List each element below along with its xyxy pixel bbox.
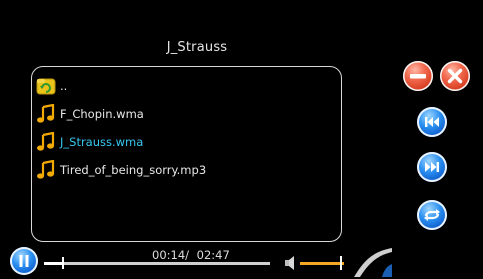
volume-handle[interactable]	[339, 256, 342, 270]
seek-handle[interactable]	[61, 257, 64, 269]
file-list-panel: .. F_Chopin.wma J_Strauss.wma Tired_of_b…	[31, 66, 342, 242]
pause-button[interactable]	[10, 247, 38, 275]
music-note-icon	[36, 131, 56, 152]
pause-icon	[19, 255, 29, 267]
next-track-button[interactable]	[417, 152, 447, 182]
music-note-icon	[36, 159, 56, 180]
file-row-j-strauss[interactable]: J_Strauss.wma	[36, 131, 143, 153]
file-name: ..	[60, 79, 68, 93]
music-note-icon	[36, 103, 56, 124]
time-display: 00:14/ 02:47	[152, 248, 230, 262]
volume-slider[interactable]	[300, 256, 344, 270]
elapsed-time: 00:14/	[152, 248, 190, 262]
close-x-icon	[447, 68, 463, 84]
file-name: J_Strauss.wma	[60, 135, 144, 149]
file-name: Tired_of_being_sorry.mp3	[60, 163, 207, 177]
speaker-icon[interactable]	[284, 255, 298, 271]
seek-progress	[44, 262, 63, 265]
file-row-tired-of-being-sorry[interactable]: Tired_of_being_sorry.mp3	[36, 159, 206, 181]
minus-circle-icon	[410, 74, 426, 79]
folder-up-icon	[36, 76, 56, 96]
file-row-f-chopin[interactable]: F_Chopin.wma	[36, 103, 144, 125]
decorative-swoosh	[354, 248, 392, 277]
total-time: 02:47	[196, 248, 230, 262]
skip-previous-icon	[425, 117, 439, 127]
repeat-button[interactable]	[417, 200, 447, 230]
folder-title: J_Strauss	[166, 40, 228, 55]
file-row-parent[interactable]: ..	[36, 75, 67, 97]
seek-slider[interactable]	[44, 257, 270, 269]
minimize-button[interactable]	[403, 61, 433, 91]
repeat-icon	[424, 209, 440, 221]
playback-bar	[0, 244, 483, 277]
previous-track-button[interactable]	[417, 107, 447, 137]
close-button[interactable]	[440, 61, 470, 91]
skip-next-icon	[425, 162, 439, 172]
file-name: F_Chopin.wma	[60, 107, 144, 121]
